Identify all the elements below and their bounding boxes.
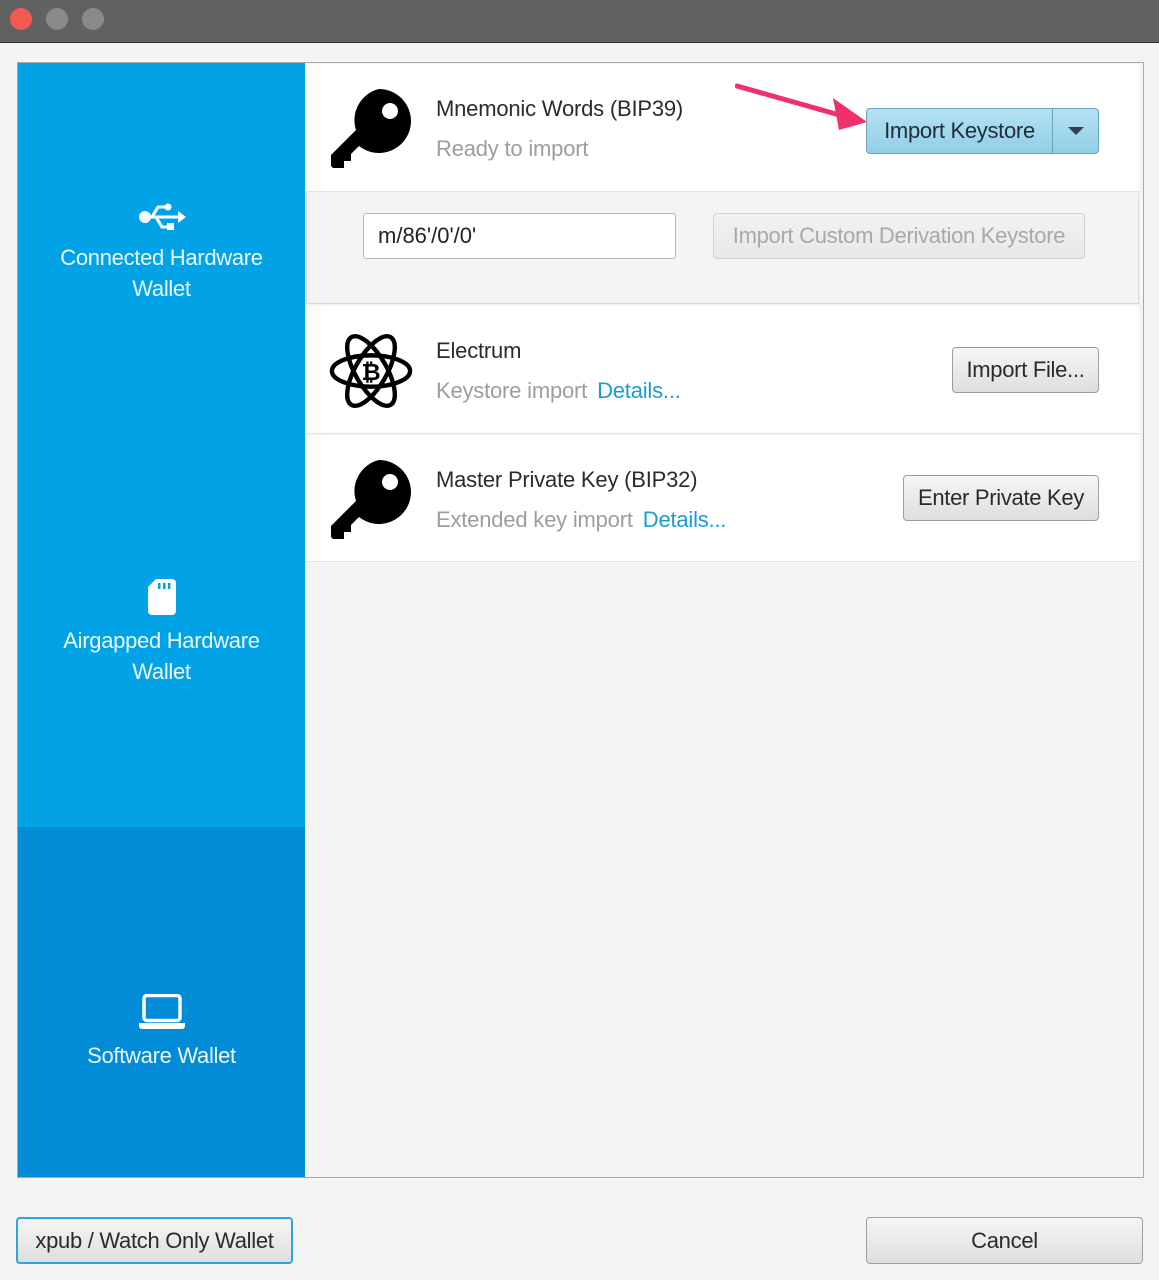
import-keystore-dropdown[interactable] — [1053, 109, 1098, 153]
import-file-button[interactable]: Import File... — [952, 347, 1099, 393]
sidebar-item-label: Wallet — [132, 276, 191, 301]
key-icon — [328, 457, 414, 543]
option-subtitle: Extended key import Details... — [436, 507, 727, 533]
option-title: Mnemonic Words (BIP39) — [436, 96, 684, 121]
mnemonic-import-row: Mnemonic Words (BIP39) Ready to import I… — [306, 64, 1139, 192]
electrum-details-link[interactable]: Details... — [597, 378, 681, 403]
dialog-frame: Connected Hardware Wallet Airgapped Hard… — [17, 62, 1144, 1178]
sidebar-item-label: Airgapped Hardware — [63, 628, 260, 653]
window-close-button[interactable] — [10, 8, 32, 30]
sidebar-item-label: Wallet — [132, 659, 191, 684]
master-key-details-link[interactable]: Details... — [643, 507, 727, 532]
wallet-type-sidebar: Connected Hardware Wallet Airgapped Hard… — [18, 63, 305, 1177]
laptop-icon — [138, 993, 185, 1030]
sidebar-item-airgapped-hardware-wallet[interactable]: Airgapped Hardware Wallet — [18, 563, 305, 703]
enter-private-key-button[interactable]: Enter Private Key — [903, 475, 1099, 521]
window-minimize-button[interactable] — [46, 8, 68, 30]
import-keystore-split-button: Import Keystore — [866, 108, 1099, 154]
option-subtitle: Keystore import Details... — [436, 378, 681, 404]
sidebar-item-label: Connected Hardware — [60, 245, 263, 270]
cancel-button[interactable]: Cancel — [866, 1217, 1143, 1264]
sidebar-item-connected-hardware-wallet[interactable]: Connected Hardware Wallet — [18, 183, 305, 323]
usb-icon — [138, 202, 186, 232]
import-options-panel: Mnemonic Words (BIP39) Ready to import I… — [305, 63, 1143, 1177]
sd-card-icon — [147, 579, 176, 615]
electrum-import-row: ₿ Electrum Keystore import Details... Imp… — [306, 306, 1139, 434]
option-title: Master Private Key (BIP32) — [436, 467, 698, 492]
option-status: Ready to import — [436, 136, 589, 161]
option-title: Electrum — [436, 338, 522, 363]
chevron-down-icon — [1067, 127, 1084, 135]
derivation-path-input[interactable] — [363, 213, 676, 259]
sidebar-item-software-wallet[interactable]: Software Wallet — [18, 827, 305, 1177]
option-description: Keystore import — [436, 378, 588, 403]
svg-text:₿: ₿ — [361, 358, 380, 386]
import-keystore-button[interactable]: Import Keystore — [867, 109, 1053, 153]
window-titlebar — [0, 0, 1159, 43]
import-custom-derivation-button[interactable]: Import Custom Derivation Keystore — [713, 213, 1085, 259]
window-maximize-button[interactable] — [82, 8, 104, 30]
key-icon — [328, 86, 414, 172]
sidebar-item-label: Software Wallet — [87, 1042, 236, 1068]
master-private-key-row: Master Private Key (BIP32) Extended key … — [306, 435, 1139, 562]
watch-only-wallet-button[interactable]: xpub / Watch Only Wallet — [16, 1217, 293, 1264]
option-description: Extended key import — [436, 507, 633, 532]
electrum-bitcoin-atom-icon: ₿ — [328, 328, 414, 414]
derivation-section: Import Custom Derivation Keystore — [306, 193, 1139, 304]
